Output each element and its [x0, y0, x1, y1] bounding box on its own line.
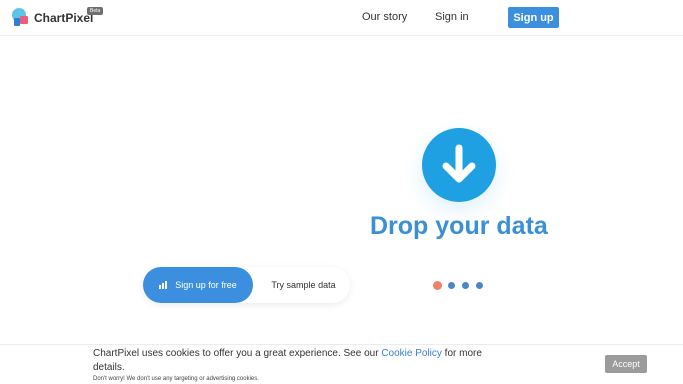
carousel-dot-3[interactable]	[462, 282, 469, 289]
carousel-dots	[433, 281, 490, 290]
top-navbar: ChartPixel Beta Our story Sign in Sign u…	[0, 0, 683, 36]
try-sample-data-button[interactable]: Try sample data	[257, 267, 350, 303]
cookie-policy-link[interactable]: Cookie Policy	[381, 348, 442, 359]
nav-our-story-link[interactable]: Our story	[362, 11, 407, 23]
cookie-text-start: ChartPixel uses cookies to offer you a g…	[93, 348, 382, 359]
cookie-small-print: Don't worry! We don't use any targeting …	[93, 376, 259, 382]
logo-icon	[12, 8, 32, 28]
carousel-dot-4[interactable]	[476, 282, 483, 289]
sign-up-free-button[interactable]: Sign up for free	[143, 267, 253, 303]
cookie-banner: ChartPixel uses cookies to offer you a g…	[0, 344, 683, 384]
cookie-message: ChartPixel uses cookies to offer you a g…	[93, 347, 493, 375]
nav-sign-up-button[interactable]: Sign up	[508, 7, 559, 28]
arrow-down-icon	[442, 144, 476, 183]
logo-text: ChartPixel	[34, 11, 94, 25]
bar-chart-icon	[159, 281, 168, 289]
beta-badge: Beta	[87, 7, 104, 15]
chartpixel-logo[interactable]: ChartPixel	[12, 8, 93, 28]
carousel-dot-2[interactable]	[448, 282, 455, 289]
drop-your-data-heading: Drop your data	[370, 212, 548, 240]
cta-group: Sign up for free Try sample data	[143, 267, 350, 303]
drop-zone-button[interactable]	[422, 128, 496, 202]
sign-up-free-label: Sign up for free	[175, 280, 237, 290]
nav-sign-in-link[interactable]: Sign in	[435, 11, 469, 23]
carousel-dot-1[interactable]	[433, 281, 442, 290]
accept-cookies-button[interactable]: Accept	[605, 355, 647, 373]
